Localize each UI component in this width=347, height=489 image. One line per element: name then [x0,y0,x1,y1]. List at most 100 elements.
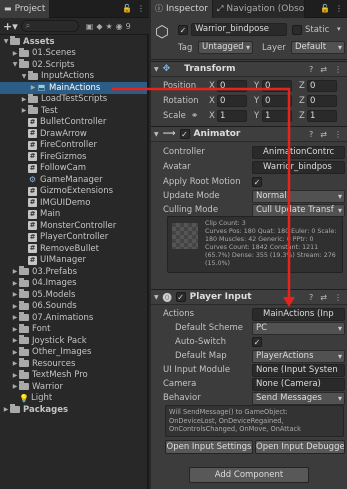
preset-icon[interactable]: ⇄ [320,65,327,74]
tree-item[interactable]: # FollowCam [0,163,147,175]
favorite-icon[interactable]: ★ [105,22,112,31]
tree-item[interactable]: # MonsterController [0,220,147,232]
apply-root-motion-checkbox[interactable]: ✓ [252,177,262,187]
tag-dropdown[interactable]: Untagged [198,41,253,54]
tree-item[interactable]: ▶ 06.Sounds [0,300,147,313]
tree-item[interactable]: ▶ Font [0,323,147,336]
lock-icon[interactable]: 🔓 [122,4,132,13]
tree-item[interactable]: # UIManager [0,255,147,267]
collapsed-arrow-icon[interactable]: ▶ [11,349,19,356]
auto-switch-checkbox[interactable]: ✓ [252,337,262,347]
collapsed-arrow-icon[interactable]: ▶ [11,303,19,310]
static-checkbox[interactable] [292,25,302,35]
tree-item[interactable]: ▶ Joystick Pack [0,335,147,347]
tree-item[interactable]: # PlayerController [0,232,147,244]
active-checkbox[interactable]: ✓ [178,25,188,35]
scale-z-field[interactable]: 1 [307,110,337,122]
tree-item[interactable]: # RemoveBullet [0,243,147,255]
collapsed-arrow-icon[interactable]: ▶ [2,406,10,413]
camera-field[interactable]: None (Camera) [252,378,345,391]
tree-item[interactable]: ▶ Packages [0,404,147,416]
collapsed-arrow-icon[interactable]: ▶ [11,291,19,298]
animator-enabled-checkbox[interactable]: ✓ [179,129,190,139]
collapsed-arrow-icon[interactable]: ▶ [11,326,19,333]
rotation-x-field[interactable]: 0 [217,95,247,107]
collapsed-arrow-icon[interactable]: ▶ [11,314,19,321]
controller-field[interactable]: AnimationContrc [252,146,345,159]
kebab-menu-icon[interactable]: ⋮ [334,293,342,302]
behavior-dropdown[interactable]: Send Messages [252,392,345,405]
tree-item[interactable]: ▶ TextMesh Pro [0,369,147,382]
tree-item[interactable]: ▶ ⬒ MainActions [0,82,147,94]
expanded-arrow-icon[interactable]: ▼ [2,38,10,45]
tree-item[interactable]: ▶ 04.Images [0,277,147,290]
tree-item[interactable]: # Main [0,209,147,221]
help-icon[interactable]: ? [309,65,313,74]
tree-item[interactable]: # GizmoExtensions [0,186,147,198]
search-by-label-icon[interactable]: ◆ [96,22,102,31]
position-z-field[interactable]: 0 [307,80,337,92]
collapsed-arrow-icon[interactable]: ▶ [11,360,19,367]
tree-item[interactable]: 💡 Light [0,393,147,405]
collapsed-arrow-icon[interactable]: ▶ [11,268,19,275]
kebab-menu-icon[interactable]: ⋮ [334,65,342,74]
collapsed-arrow-icon[interactable]: ▶ [29,84,37,91]
expanded-arrow-icon[interactable]: ▼ [11,61,19,68]
rotation-z-field[interactable]: 0 [307,95,337,107]
collapsed-arrow-icon[interactable]: ▶ [11,280,19,287]
tree-item[interactable]: ▼ InputActions [0,70,147,83]
position-x-field[interactable]: 0 [217,80,247,92]
scale-x-field[interactable]: 1 [217,110,247,122]
layer-dropdown[interactable]: Default [291,41,345,54]
scale-link-icon[interactable]: ⚭ [191,111,198,121]
open-input-settings-button[interactable]: Open Input Settings [165,440,253,454]
scale-y-field[interactable]: 1 [262,110,292,122]
kebab-menu-icon[interactable]: ⋮ [334,130,342,139]
avatar-field[interactable]: Warrior_bindpos [252,161,345,174]
player-input-enabled-checkbox[interactable]: ✓ [175,292,186,302]
collapsed-arrow-icon[interactable]: ▶ [11,50,19,57]
open-input-debugger-button[interactable]: Open Input Debugger [255,440,345,454]
tree-item[interactable]: ▶ 01.Scenes [0,47,147,60]
tab-inspector[interactable]: ⓘ Inspector [151,0,213,18]
tree-item[interactable]: ▼ 02.Scripts [0,59,147,71]
tree-item[interactable]: # FireController [0,140,147,152]
animator-header[interactable]: ▼ ⟶ ✓ Animator ? ⇄ ⋮ [151,126,347,142]
tree-item[interactable]: ▶ Other_Images [0,346,147,359]
search-input[interactable]: ⌕ [20,20,79,32]
preset-icon[interactable]: ⇄ [320,130,327,139]
static-dropdown-icon[interactable]: ▾ [337,25,341,33]
collapsed-arrow-icon[interactable]: ▶ [11,337,19,344]
tree-item[interactable]: ▶ Warrior [0,381,147,393]
default-map-dropdown[interactable]: PlayerActions [252,350,345,363]
tree-item[interactable]: ▶ Resources [0,358,147,370]
transform-header[interactable]: ▼ ✥ Transform ? ⇄ ⋮ [151,61,347,77]
kebab-menu-icon[interactable]: ⋮ [137,4,145,13]
actions-field[interactable]: MainActions (Inp [252,308,345,321]
rotation-y-field[interactable]: 0 [262,95,292,107]
tree-item[interactable]: # FireGizmos [0,151,147,163]
add-component-button[interactable]: Add Component [189,467,309,483]
ui-input-module-field[interactable]: None (Input Systen [252,364,345,377]
hidden-packages-icon[interactable]: ◉ [116,22,123,31]
tab-navigation[interactable]: ⤢ Navigation (Obso [212,0,305,18]
collapsed-arrow-icon[interactable]: ▶ [20,96,28,103]
collapsed-arrow-icon[interactable]: ▶ [11,383,19,390]
collapsed-arrow-icon[interactable]: ▶ [20,107,28,114]
update-mode-dropdown[interactable]: Normal [252,190,345,203]
tree-item[interactable]: ▶ Test [0,105,147,117]
help-icon[interactable]: ? [309,293,313,302]
help-icon[interactable]: ? [309,130,313,139]
tree-item[interactable]: # BulletController [0,117,147,129]
player-input-header[interactable]: ▼ ⓿ ✓ Player Input ? ⇄ ⋮ [151,289,347,305]
tree-item[interactable]: ▶ 03.Prefabs [0,266,147,278]
search-by-type-icon[interactable]: ▣ [86,22,94,31]
tree-item[interactable]: # DrawArrow [0,128,147,140]
object-name-field[interactable]: Warrior_bindpose [191,23,287,36]
tab-project[interactable]: ▬ Project [0,0,51,18]
position-y-field[interactable]: 0 [262,80,292,92]
create-plus-button[interactable]: +▾ [3,20,18,33]
kebab-menu-icon[interactable]: ⋮ [335,4,343,13]
tree-item[interactable]: ▶ 07.Animations [0,312,147,324]
tree-item[interactable]: ▶ LoadTestScripts [0,93,147,106]
